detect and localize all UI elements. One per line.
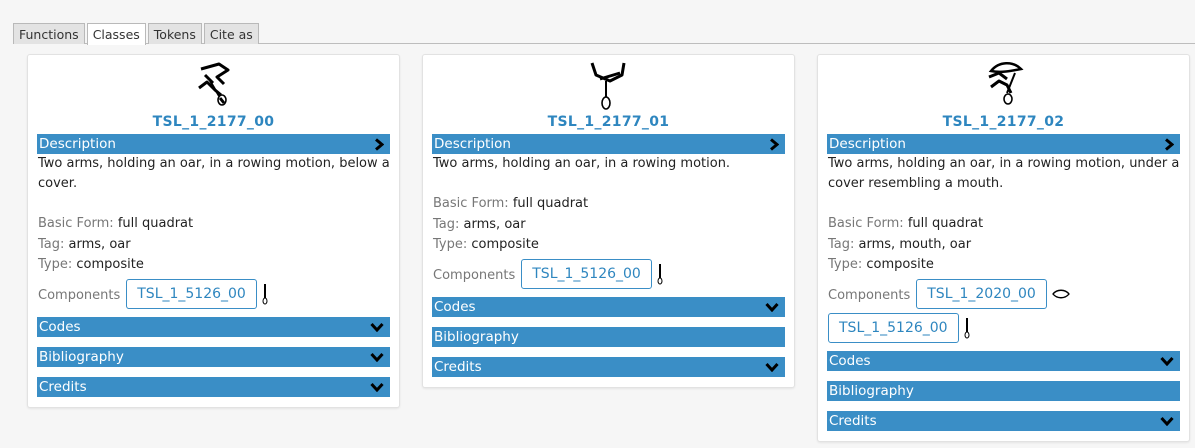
tag-label: Tag: [828, 236, 855, 252]
tag-value: arms, oar [68, 236, 131, 252]
chevron-down-icon [765, 357, 779, 377]
chevron-down-icon [370, 377, 384, 397]
bibliography-header[interactable]: Bibliography [37, 346, 390, 367]
component-button[interactable]: TSL_1_5126_00 [126, 278, 257, 309]
tab-bar: Functions Classes Tokens Cite as [13, 23, 1195, 45]
codes-header-label: Codes [829, 352, 871, 369]
chevron-right-icon [769, 134, 779, 154]
bibliography-header[interactable]: Bibliography [827, 380, 1180, 401]
codes-header-label: Codes [434, 298, 476, 315]
component-glyph-icon [262, 283, 268, 305]
description-text: Two arms, holding an oar, in a rowing mo… [828, 156, 1180, 191]
basic-form-value: full quadrat [907, 216, 984, 231]
tab-tokens[interactable]: Tokens [147, 23, 202, 44]
description-header-label: Description [829, 136, 906, 152]
components-label: Components [38, 288, 121, 303]
basic-form-value: full quadrat [117, 216, 194, 231]
components-label: Components [828, 288, 911, 303]
sign-id-link[interactable]: TSL_1_2177_01 [432, 114, 785, 130]
component-item: TSL_1_5126_00 [521, 258, 663, 289]
basic-form-label: Basic Form: [38, 216, 114, 231]
basic-form-label: Basic Form: [828, 216, 904, 231]
bibliography-header[interactable]: Bibliography [432, 326, 785, 347]
description-header[interactable]: Description [432, 134, 785, 154]
component-glyph-icon [964, 317, 970, 339]
tab-classes[interactable]: Classes [86, 23, 146, 45]
chevron-down-icon [1160, 351, 1174, 371]
chevron-down-icon [370, 347, 384, 367]
type-label: Type: [433, 237, 468, 252]
description-text: Two arms, holding an oar, in a rowing mo… [433, 156, 731, 171]
mouth-glyph-icon [1051, 289, 1070, 299]
credits-header-label: Credits [434, 358, 482, 375]
chevron-right-icon [374, 134, 384, 154]
chevron-right-icon [1164, 134, 1174, 154]
properties: Basic Form: full quadrat Tag: arms, oar … [432, 194, 785, 256]
codes-header[interactable]: Codes [37, 316, 390, 337]
component-item: TSL_1_5126_00 [828, 312, 970, 343]
sign-card: TSL_1_2177_02 Description Two arms, hold… [817, 54, 1190, 442]
component-glyph-icon [657, 263, 663, 285]
type-label: Type: [38, 257, 73, 272]
sign-card: TSL_1_2177_01 Description Two arms, hold… [422, 54, 795, 388]
component-button[interactable]: TSL_1_2020_00 [916, 278, 1047, 309]
components-row: Components TSL_1_5126_00 [37, 278, 390, 313]
tag-value: arms, oar [463, 216, 526, 232]
codes-header[interactable]: Codes [432, 296, 785, 317]
tab-cite-as[interactable]: Cite as [203, 23, 259, 44]
credits-header[interactable]: Credits [432, 356, 785, 377]
component-button[interactable]: TSL_1_5126_00 [521, 258, 652, 289]
description-text: Two arms, holding an oar, in a rowing mo… [38, 156, 390, 191]
tag-label: Tag: [38, 236, 65, 252]
component-item: TSL_1_2020_00 [916, 278, 1070, 309]
properties: Basic Form: full quadrat Tag: arms, mout… [827, 214, 1180, 276]
tag-label: Tag: [433, 216, 460, 232]
chevron-down-icon [1160, 411, 1174, 431]
sign-glyph-image [432, 55, 785, 110]
component-button[interactable]: TSL_1_5126_00 [828, 312, 959, 343]
type-label: Type: [828, 257, 863, 272]
chevron-down-icon [370, 317, 384, 337]
components-label: Components [433, 268, 516, 283]
sign-glyph-image [827, 55, 1180, 110]
bibliography-header-label: Bibliography [434, 328, 519, 345]
bibliography-header-label: Bibliography [829, 382, 914, 399]
basic-form-label: Basic Form: [433, 196, 509, 211]
credits-header-label: Credits [829, 412, 877, 429]
type-value: composite [866, 257, 934, 272]
basic-form-value: full quadrat [512, 196, 589, 211]
component-item: TSL_1_5126_00 [126, 278, 268, 309]
chevron-down-icon [765, 297, 779, 317]
components-row: Components TSL_1_2020_00 TSL_1_5126_00 [827, 278, 1180, 347]
description-header[interactable]: Description [827, 134, 1180, 154]
bibliography-header-label: Bibliography [39, 348, 124, 365]
description-header[interactable]: Description [37, 134, 390, 154]
sign-glyph-image [37, 55, 390, 110]
tag-value: arms, mouth, oar [858, 236, 972, 252]
description-header-label: Description [39, 136, 116, 152]
sign-id-link[interactable]: TSL_1_2177_00 [37, 114, 390, 130]
credits-header[interactable]: Credits [37, 376, 390, 397]
type-value: composite [471, 237, 539, 252]
sign-card: TSL_1_2177_00 Description Two arms, hold… [27, 54, 400, 408]
properties: Basic Form: full quadrat Tag: arms, oar … [37, 214, 390, 276]
codes-header[interactable]: Codes [827, 350, 1180, 371]
credits-header[interactable]: Credits [827, 410, 1180, 431]
tab-functions[interactable]: Functions [13, 23, 85, 44]
description-header-label: Description [434, 136, 511, 152]
credits-header-label: Credits [39, 378, 87, 395]
components-row: Components TSL_1_5126_00 [432, 258, 785, 293]
type-value: composite [76, 257, 144, 272]
sign-id-link[interactable]: TSL_1_2177_02 [827, 114, 1180, 130]
codes-header-label: Codes [39, 318, 81, 335]
